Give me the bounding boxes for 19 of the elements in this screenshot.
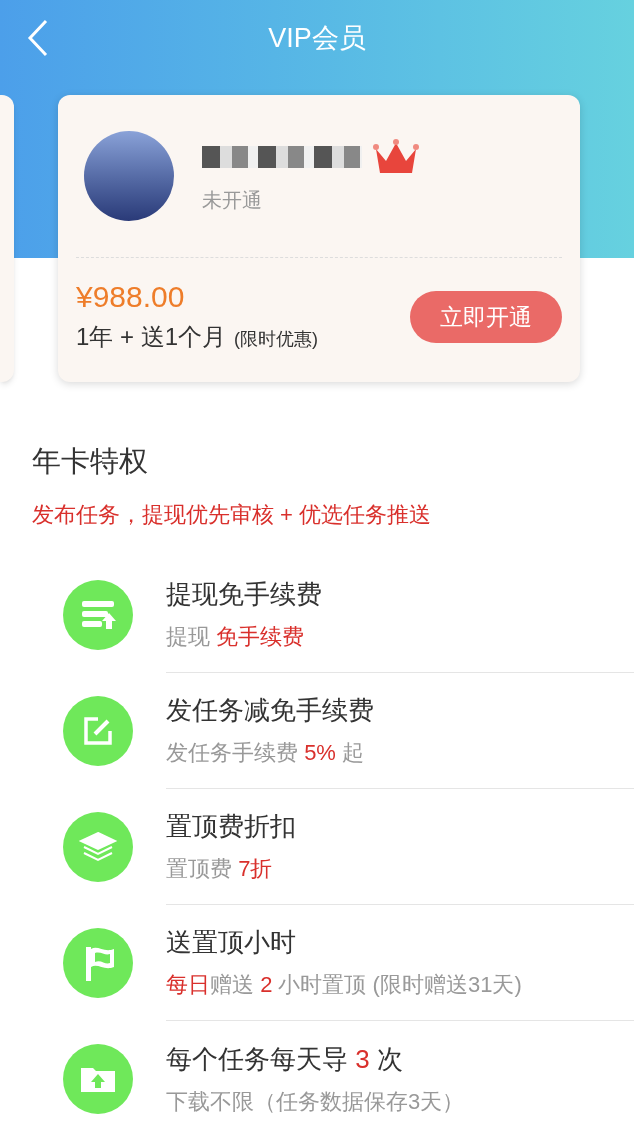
- privilege-title: 发任务减免手续费: [166, 694, 375, 727]
- privilege-title: 置顶费折扣: [166, 810, 297, 843]
- back-chevron-icon: [27, 19, 49, 57]
- privilege-detail: 每日 赠送 2 小时置顶 (限时赠送31天): [166, 971, 523, 999]
- activate-button[interactable]: 立即开通: [410, 291, 562, 343]
- plan-duration: 1年 + 送1个月: [76, 322, 227, 352]
- privilege-detail: 发任务手续费 5% 起: [166, 739, 366, 767]
- privilege-detail: 置顶费 7折: [166, 855, 274, 883]
- price: ¥988.00: [76, 279, 186, 315]
- page-title: VIP会员: [268, 21, 366, 55]
- plan-note: (限时优惠): [234, 328, 319, 351]
- section-subtitle: 发布任务，提现优先审核 + 优选任务推送: [32, 500, 433, 529]
- privilege-title: 提现免手续费: [166, 578, 323, 611]
- privilege-title: 送置顶小时: [166, 926, 297, 959]
- privilege-title: 每个任务每天导 3 次: [166, 1042, 404, 1076]
- privilege-detail: 下载不限（任务数据保存3天）: [166, 1087, 466, 1116]
- membership-status: 未开通: [202, 188, 263, 213]
- section-title: 年卡特权: [32, 444, 149, 479]
- privilege-detail: 提现 免手续费: [166, 623, 306, 651]
